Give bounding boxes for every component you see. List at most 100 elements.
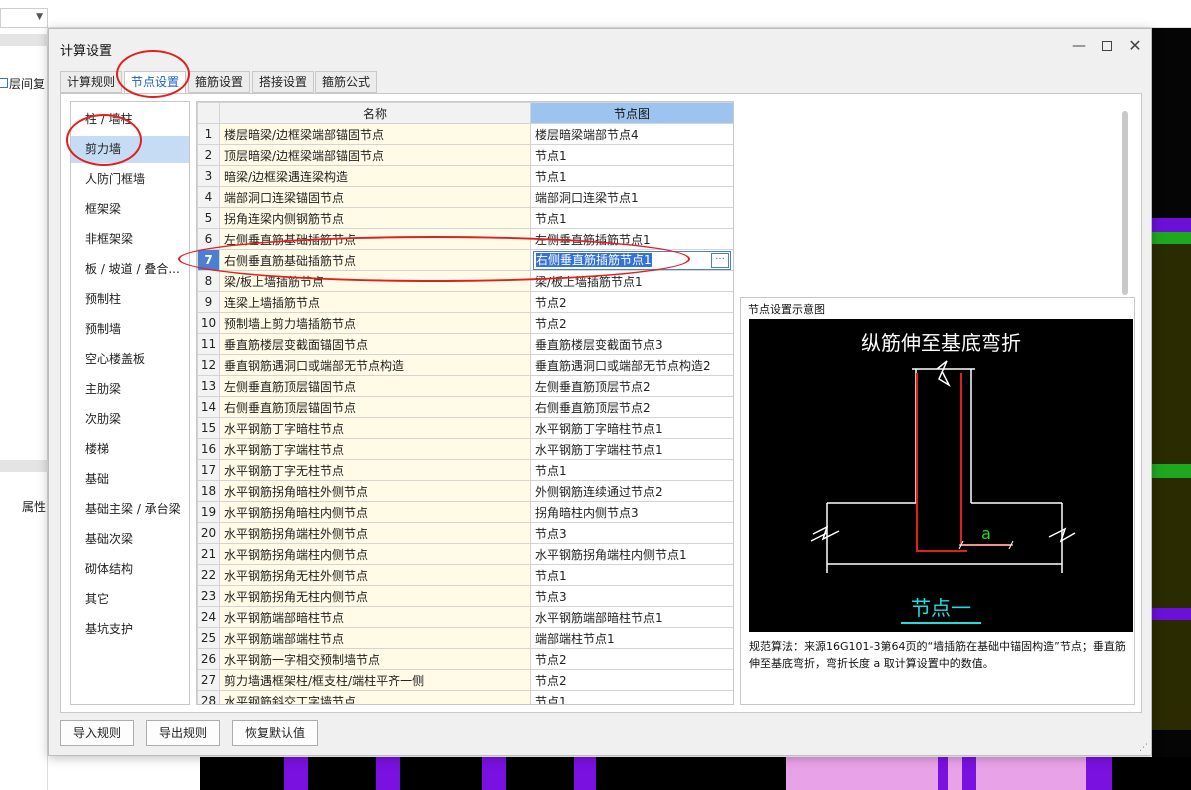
tab-lap-settings[interactable]: 搭接设置 bbox=[252, 71, 315, 93]
table-row[interactable]: 20 水平钢筋拐角端柱外侧节点 节点3 bbox=[197, 522, 733, 544]
row-name-cell[interactable]: 水平钢筋丁字暗柱节点 bbox=[219, 417, 531, 439]
table-row[interactable]: 7 右侧垂直筋基础插筋节点 右侧垂直筋插筋节点1 ··· bbox=[197, 249, 733, 271]
row-node-cell[interactable]: 节点2 bbox=[530, 291, 733, 313]
row-node-cell[interactable]: 节点1 bbox=[530, 165, 733, 187]
table-row[interactable]: 9 连梁上墙插筋节点 节点2 bbox=[197, 291, 733, 313]
row-name-cell[interactable]: 水平钢筋一字相交预制墙节点 bbox=[219, 648, 531, 670]
table-row[interactable]: 17 水平钢筋丁字无柱节点 节点1 bbox=[197, 459, 733, 481]
table-row[interactable]: 12 垂直钢筋遇洞口或端部无节点构造 垂直筋遇洞口或端部无节点构造2 bbox=[197, 354, 733, 376]
row-node-cell[interactable]: 节点1 bbox=[530, 207, 733, 229]
row-name-cell[interactable]: 梁/板上墙插筋节点 bbox=[219, 270, 531, 292]
row-node-cell[interactable]: 节点2 bbox=[530, 648, 733, 670]
row-name-cell[interactable]: 右侧垂直筋顶层锚固节点 bbox=[219, 396, 531, 418]
export-rules-button[interactable]: 导出规则 bbox=[146, 720, 221, 746]
row-node-cell[interactable]: 水平钢筋端部暗柱节点1 bbox=[530, 606, 733, 628]
category-item[interactable]: 非框架梁 bbox=[71, 226, 189, 253]
row-name-cell[interactable]: 左侧垂直筋顶层锚固节点 bbox=[219, 375, 531, 397]
row-name-cell[interactable]: 暗梁/边框梁遇连梁构造 bbox=[219, 165, 531, 187]
row-node-cell[interactable]: 左侧垂直筋顶层节点2 bbox=[530, 375, 733, 397]
category-item[interactable]: 人防门框墙 bbox=[71, 166, 189, 193]
minimize-icon[interactable]: — bbox=[1071, 38, 1087, 54]
table-row[interactable]: 23 水平钢筋拐角无柱内侧节点 节点3 bbox=[197, 585, 733, 607]
row-node-cell[interactable]: 右侧垂直筋顶层节点2 bbox=[530, 396, 733, 418]
category-item[interactable]: 基础次梁 bbox=[71, 526, 189, 553]
row-name-cell[interactable]: 左侧垂直筋基础插筋节点 bbox=[219, 228, 531, 250]
row-node-cell[interactable]: 节点1 bbox=[530, 564, 733, 586]
category-item[interactable]: 板 / 坡道 / 叠合... bbox=[71, 256, 189, 283]
category-item[interactable]: 柱 / 墙柱 bbox=[71, 106, 189, 133]
resize-grip-icon[interactable]: ⋰ bbox=[1139, 743, 1149, 753]
table-row[interactable]: 11 垂直筋楼层变截面锚固节点 垂直筋楼层变截面节点3 bbox=[197, 333, 733, 355]
table-row[interactable]: 5 拐角连梁内侧钢筋节点 节点1 bbox=[197, 207, 733, 229]
row-name-cell[interactable]: 水平钢筋拐角暗柱外侧节点 bbox=[219, 480, 531, 502]
row-node-cell[interactable]: 左侧垂直筋插筋节点1 bbox=[530, 228, 733, 250]
category-item[interactable]: 次肋梁 bbox=[71, 406, 189, 433]
row-node-cell[interactable]: 拐角暗柱内侧节点3 bbox=[530, 501, 733, 523]
row-name-cell[interactable]: 水平钢筋端部端柱节点 bbox=[219, 627, 531, 649]
table-row[interactable]: 18 水平钢筋拐角暗柱外侧节点 外侧钢筋连续通过节点2 bbox=[197, 480, 733, 502]
row-node-cell[interactable]: 节点1 bbox=[530, 144, 733, 166]
category-item[interactable]: 基坑支护 bbox=[71, 616, 189, 643]
table-row[interactable]: 26 水平钢筋一字相交预制墙节点 节点2 bbox=[197, 648, 733, 670]
close-icon[interactable]: ✕ bbox=[1127, 38, 1143, 54]
table-row[interactable]: 1 楼层暗梁/边框梁端部锚固节点 楼层暗梁端部节点4 bbox=[197, 123, 733, 145]
row-name-cell[interactable]: 水平钢筋拐角无柱外侧节点 bbox=[219, 564, 531, 586]
row-name-cell[interactable]: 水平钢筋丁字无柱节点 bbox=[219, 459, 531, 481]
row-node-cell[interactable]: 垂直筋遇洞口或端部无节点构造2 bbox=[530, 354, 733, 376]
table-row[interactable]: 4 端部洞口连梁锚固节点 端部洞口连梁节点1 bbox=[197, 186, 733, 208]
row-name-cell[interactable]: 水平钢筋端部暗柱节点 bbox=[219, 606, 531, 628]
node-edit-cell[interactable]: 右侧垂直筋插筋节点1 ··· bbox=[530, 249, 733, 271]
row-name-cell[interactable]: 连梁上墙插筋节点 bbox=[219, 291, 531, 313]
row-node-cell[interactable]: 节点3 bbox=[530, 522, 733, 544]
row-name-cell[interactable]: 水平钢筋拐角端柱内侧节点 bbox=[219, 543, 531, 565]
row-name-cell[interactable]: 楼层暗梁/边框梁端部锚固节点 bbox=[219, 123, 531, 145]
table-row[interactable]: 27 剪力墙遇框架柱/框支柱/端柱平齐一侧 节点2 bbox=[197, 669, 733, 691]
row-node-cell[interactable]: 节点3 bbox=[530, 585, 733, 607]
table-row[interactable]: 8 梁/板上墙插筋节点 梁/板上墙插筋节点1 bbox=[197, 270, 733, 292]
tab-stirrup-settings[interactable]: 箍筋设置 bbox=[188, 71, 251, 93]
import-rules-button[interactable]: 导入规则 bbox=[60, 720, 135, 746]
table-row[interactable]: 2 顶层暗梁/边框梁端部锚固节点 节点1 bbox=[197, 144, 733, 166]
ellipsis-icon[interactable]: ··· bbox=[711, 252, 729, 268]
maximize-icon[interactable] bbox=[1099, 38, 1115, 54]
header-name[interactable]: 名称 bbox=[219, 102, 531, 124]
category-item[interactable]: 剪力墙 bbox=[71, 136, 189, 163]
row-name-cell[interactable]: 剪力墙遇框架柱/框支柱/端柱平齐一侧 bbox=[219, 669, 531, 691]
header-node[interactable]: 节点图 bbox=[530, 102, 733, 124]
category-item[interactable]: 主肋梁 bbox=[71, 376, 189, 403]
row-node-cell[interactable]: 节点1 bbox=[530, 690, 733, 704]
table-row[interactable]: 21 水平钢筋拐角端柱内侧节点 水平钢筋拐角端柱内侧节点1 bbox=[197, 543, 733, 565]
row-node-cell[interactable]: 水平钢筋丁字端柱节点1 bbox=[530, 438, 733, 460]
category-item[interactable]: 基础 bbox=[71, 466, 189, 493]
row-name-cell[interactable]: 垂直钢筋遇洞口或端部无节点构造 bbox=[219, 354, 531, 376]
tab-node-settings[interactable]: 节点设置 bbox=[124, 71, 187, 94]
category-item[interactable]: 预制柱 bbox=[71, 286, 189, 313]
table-row[interactable]: 14 右侧垂直筋顶层锚固节点 右侧垂直筋顶层节点2 bbox=[197, 396, 733, 418]
row-node-cell[interactable]: 节点2 bbox=[530, 312, 733, 334]
row-name-cell[interactable]: 顶层暗梁/边框梁端部锚固节点 bbox=[219, 144, 531, 166]
row-node-cell[interactable]: 垂直筋楼层变截面节点3 bbox=[530, 333, 733, 355]
category-item[interactable]: 楼梯 bbox=[71, 436, 189, 463]
row-node-cell[interactable]: 节点1 bbox=[530, 459, 733, 481]
table-row[interactable]: 3 暗梁/边框梁遇连梁构造 节点1 bbox=[197, 165, 733, 187]
row-name-cell[interactable]: 水平钢筋斜交丁字墙节点 bbox=[219, 690, 531, 704]
category-item[interactable]: 基础主梁 / 承台梁 bbox=[71, 496, 189, 523]
vertical-scrollbar[interactable] bbox=[1120, 109, 1130, 295]
table-row[interactable]: 16 水平钢筋丁字端柱节点 水平钢筋丁字端柱节点1 bbox=[197, 438, 733, 460]
row-node-cell[interactable]: 楼层暗梁端部节点4 bbox=[530, 123, 733, 145]
row-name-cell[interactable]: 端部洞口连梁锚固节点 bbox=[219, 186, 531, 208]
floor-combo[interactable]: ▼ bbox=[0, 8, 48, 28]
row-node-cell[interactable]: 端部端柱节点1 bbox=[530, 627, 733, 649]
row-node-cell[interactable]: 节点2 bbox=[530, 669, 733, 691]
category-item[interactable]: 框架梁 bbox=[71, 196, 189, 223]
table-row[interactable]: 25 水平钢筋端部端柱节点 端部端柱节点1 bbox=[197, 627, 733, 649]
category-item[interactable]: 预制墙 bbox=[71, 316, 189, 343]
table-row[interactable]: 22 水平钢筋拐角无柱外侧节点 节点1 bbox=[197, 564, 733, 586]
row-node-cell[interactable]: 端部洞口连梁节点1 bbox=[530, 186, 733, 208]
row-name-cell[interactable]: 拐角连梁内侧钢筋节点 bbox=[219, 207, 531, 229]
category-item[interactable]: 空心楼盖板 bbox=[71, 346, 189, 373]
cad-viewport[interactable] bbox=[1152, 28, 1191, 790]
category-item[interactable]: 其它 bbox=[71, 586, 189, 613]
row-node-cell[interactable]: 外侧钢筋连续通过节点2 bbox=[530, 480, 733, 502]
row-name-cell[interactable]: 右侧垂直筋基础插筋节点 bbox=[219, 249, 531, 271]
